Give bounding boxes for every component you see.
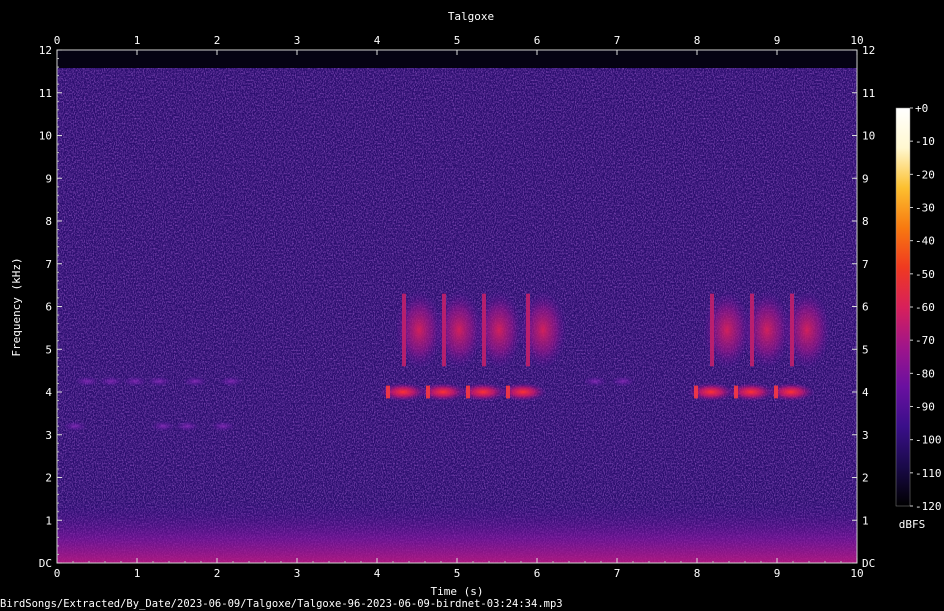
x-tick-label-top: 1 [134,34,141,47]
x-tick-label-top: 3 [294,34,301,47]
y-tick-label-left: 1 [45,514,52,527]
chart-title: Talgoxe [448,10,494,23]
colorbar-tick-label: -20 [915,168,935,181]
colorbar-tick-label: -110 [915,467,942,480]
colorbar [895,107,911,507]
colorbar-tick-label: -40 [915,235,935,248]
x-tick-label-top: 6 [534,34,541,47]
y-tick-label-right: 5 [862,343,869,356]
faint-call [151,421,175,432]
y-tick-label-right: 9 [862,172,869,185]
x-tick-label-top: 8 [694,34,701,47]
x-tick-label-bottom: 8 [694,567,701,580]
call-onset [694,385,698,399]
x-tick-label-top: 9 [774,34,781,47]
faint-call [211,421,235,432]
y-tick-label-right: 7 [862,258,869,271]
y-tick-label-right: 4 [862,386,869,399]
x-tick-label-bottom: 9 [774,567,781,580]
y-tick-label-left: 12 [39,44,52,57]
y-tick-label-right: 11 [862,87,875,100]
colorbar-tick-label: -60 [915,301,935,314]
call-onset [734,385,738,399]
colorbar-tick-label: -100 [915,434,942,447]
x-tick-label-bottom: 7 [614,567,621,580]
y-tick-label-left: 2 [45,472,52,485]
call-onset [774,385,778,399]
call-onset [402,293,406,367]
file-path: BirdSongs/Extracted/By_Date/2023-06-09/T… [0,598,563,610]
x-tick-label-bottom: 6 [534,567,541,580]
faint-call [99,376,123,387]
plot-area [57,50,857,563]
call-onset [386,385,390,399]
faint-call [75,376,99,387]
y-tick-label-left: 9 [45,172,52,185]
colorbar-label: dBFS [899,518,926,531]
y-tick-label-left: 3 [45,429,52,442]
y-tick-label-left: 6 [45,301,52,314]
x-tick-label-bottom: 2 [214,567,221,580]
colorbar-tick-label: -80 [915,367,935,380]
y-tick-label-right: DC [862,557,875,570]
colorbar-tick-label: -90 [915,401,935,414]
y-tick-label-right: 10 [862,130,875,143]
x-axis-label: Time (s) [431,585,484,598]
y-tick-label-left: DC [39,557,52,570]
faint-call [183,376,207,387]
faint-call [123,376,147,387]
y-tick-label-right: 8 [862,215,869,228]
faint-call [611,376,635,387]
faint-call [147,376,171,387]
x-tick-label-bottom: 3 [294,567,301,580]
call-onset [790,293,794,367]
x-tick-label-top: 0 [54,34,61,47]
y-tick-label-right: 6 [862,301,869,314]
x-tick-label-top: 2 [214,34,221,47]
x-tick-label-top: 7 [614,34,621,47]
call-onset [442,293,446,367]
colorbar-tick-label: +0 [915,102,928,115]
x-tick-label-top: 5 [454,34,461,47]
x-tick-label-bottom: 0 [54,567,61,580]
colorbar-tick-label: -10 [915,135,935,148]
y-tick-label-left: 10 [39,130,52,143]
call-onset [710,293,714,367]
call-onset [526,293,530,367]
y-tick-label-left: 8 [45,215,52,228]
low-frequency-band [57,500,857,563]
y-tick-label-left: 4 [45,386,52,399]
faint-call [63,421,87,432]
faint-call [175,421,199,432]
faint-call [583,376,607,387]
y-tick-label-right: 1 [862,514,869,527]
colorbar-tick-label: -50 [915,268,935,281]
colorbar-tick-label: -70 [915,334,935,347]
call-onset [482,293,486,367]
spectrogram-chart: 0 1 2 3 4 5 6 7 8 9 10 0 1 2 3 4 5 6 7 8 9 10 DC123456789101… [10,10,942,598]
call-onset [506,385,510,399]
faint-call [219,376,243,387]
y-tick-label-left: 7 [45,258,52,271]
colorbar-tick-label: -120 [915,500,942,513]
x-tick-label-bottom: 5 [454,567,461,580]
y-tick-label-right: 2 [862,472,869,485]
y-axis-label: Frequency (kHz) [10,257,23,356]
call-onset [466,385,470,399]
y-tick-label-left: 11 [39,87,52,100]
call-onset [750,293,754,367]
x-tick-label-top: 4 [374,34,381,47]
y-tick-label-right: 3 [862,429,869,442]
y-tick-label-right: 12 [862,44,875,57]
y-tick-label-left: 5 [45,343,52,356]
call-onset [426,385,430,399]
colorbar-ticks: +0 -10 -20 -30 -40 -50 -60 -70 -80 -90 -100 -110 -12… [910,102,942,513]
x-tick-label-bottom: 4 [374,567,381,580]
colorbar-tick-label: -30 [915,202,935,215]
x-tick-label-bottom: 1 [134,567,141,580]
